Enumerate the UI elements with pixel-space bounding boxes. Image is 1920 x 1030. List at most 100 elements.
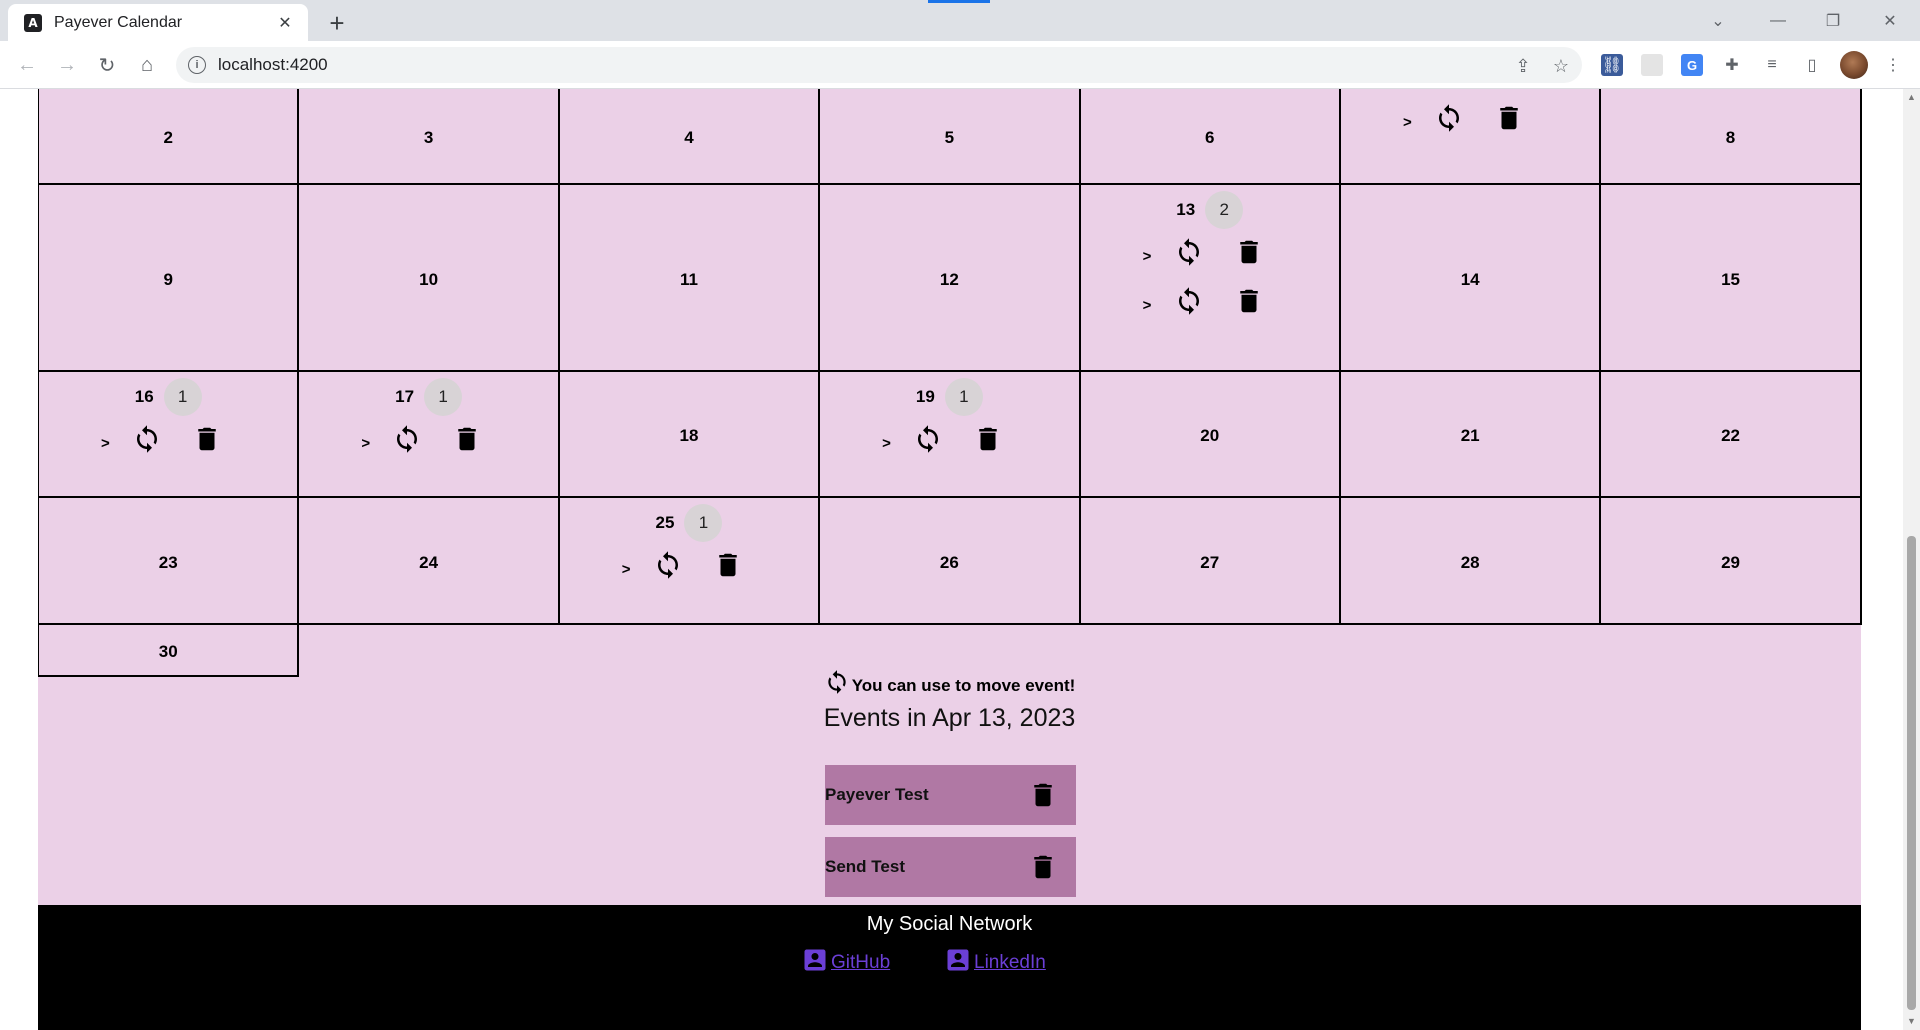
trash-icon[interactable]: [192, 424, 222, 454]
side-panel-icon[interactable]: ▯: [1801, 54, 1823, 76]
trash-icon[interactable]: [1028, 852, 1058, 882]
day-header: 6: [1081, 125, 1339, 151]
day-header: 21: [1341, 423, 1599, 449]
day-event-row[interactable]: >: [39, 424, 297, 458]
day-cell-10[interactable]: 10: [299, 185, 560, 372]
day-cell-6[interactable]: 6: [1080, 89, 1341, 185]
day-cell-9[interactable]: 9: [39, 185, 300, 372]
extension-link-icon[interactable]: ⛓: [1601, 54, 1623, 76]
tab-search-icon[interactable]: ⌄: [1690, 0, 1746, 41]
day-cell-11[interactable]: 11: [559, 185, 821, 372]
expand-event-icon[interactable]: >: [101, 435, 110, 452]
day-event-row[interactable]: >: [1081, 237, 1339, 271]
trash-icon[interactable]: [1028, 780, 1058, 810]
day-header: 12: [820, 267, 1078, 293]
media-control-icon[interactable]: ≡: [1761, 54, 1783, 76]
day-cell-20[interactable]: 20: [1080, 372, 1341, 498]
day-cell-12[interactable]: 12: [820, 185, 1081, 372]
event-count-badge: 1: [163, 378, 202, 416]
extensions-puzzle-icon[interactable]: ✚: [1721, 54, 1743, 76]
day-cell-13[interactable]: 13 2 > >: [1080, 185, 1341, 372]
day-number: 21: [1460, 426, 1480, 445]
new-tab-button[interactable]: +: [322, 8, 352, 38]
day-cell-21[interactable]: 21: [1340, 372, 1602, 498]
event-card[interactable]: Payever Test: [825, 765, 1076, 825]
address-bar[interactable]: i localhost:4200 ⇪ ☆: [176, 47, 1582, 83]
profile-avatar[interactable]: [1840, 51, 1868, 79]
day-cell-26[interactable]: 26: [820, 498, 1081, 625]
trash-icon[interactable]: [1234, 237, 1264, 267]
sync-icon[interactable]: [392, 424, 422, 454]
day-event-row[interactable]: >: [299, 424, 557, 458]
scroll-down-arrow-icon[interactable]: ▼: [1907, 1017, 1916, 1026]
day-cell-23[interactable]: 23: [39, 498, 300, 625]
sync-icon[interactable]: [913, 424, 943, 454]
day-event-row[interactable]: >: [1081, 286, 1339, 320]
day-cell-14[interactable]: 14: [1340, 185, 1602, 372]
linkedin-link[interactable]: LinkedIn: [944, 946, 1046, 974]
translate-extension-icon[interactable]: G: [1681, 54, 1703, 76]
reload-icon[interactable]: ↻: [92, 50, 122, 80]
day-cell-2[interactable]: 2: [39, 89, 300, 185]
expand-event-icon[interactable]: >: [361, 435, 370, 452]
day-cell-3[interactable]: 3: [299, 89, 560, 185]
day-cell-28[interactable]: 28: [1340, 498, 1602, 625]
trash-icon[interactable]: [1494, 103, 1524, 133]
day-cell-8[interactable]: 8: [1601, 89, 1862, 185]
menu-kebab-icon[interactable]: ⋮: [1882, 54, 1904, 76]
minimize-icon[interactable]: —: [1750, 0, 1806, 41]
sync-icon[interactable]: [132, 424, 162, 454]
day-cell-29[interactable]: 29: [1601, 498, 1862, 625]
day-number: 18: [679, 426, 699, 445]
day-event-row[interactable]: >: [1341, 103, 1599, 137]
trash-icon[interactable]: [1234, 286, 1264, 316]
day-cell-7[interactable]: 7>: [1340, 89, 1602, 185]
day-cell-27[interactable]: 27: [1080, 498, 1341, 625]
back-icon[interactable]: ←: [12, 50, 42, 80]
day-cell-16[interactable]: 16 1 >: [39, 372, 300, 498]
expand-event-icon[interactable]: >: [1403, 114, 1412, 131]
sync-icon[interactable]: [1174, 237, 1204, 267]
trash-icon[interactable]: [713, 550, 743, 580]
day-cell-17[interactable]: 17 1 >: [299, 372, 560, 498]
page-scrollbar[interactable]: ▲ ▼: [1903, 89, 1920, 1030]
day-cell-5[interactable]: 5: [820, 89, 1081, 185]
close-tab-icon[interactable]: ✕: [274, 12, 296, 34]
day-cell-15[interactable]: 15: [1601, 185, 1862, 372]
day-number: 3: [423, 128, 434, 147]
event-card[interactable]: Send Test: [825, 837, 1076, 897]
day-cell-19[interactable]: 19 1 >: [820, 372, 1081, 498]
bookmark-star-icon[interactable]: ☆: [1550, 55, 1572, 77]
scroll-thumb[interactable]: [1907, 536, 1916, 1010]
day-cell-18[interactable]: 18: [559, 372, 821, 498]
expand-event-icon[interactable]: >: [882, 435, 891, 452]
day-cell-22[interactable]: 22: [1601, 372, 1862, 498]
expand-event-icon[interactable]: >: [1143, 248, 1152, 265]
day-cell-4[interactable]: 4: [559, 89, 821, 185]
share-icon[interactable]: ⇪: [1512, 55, 1534, 77]
trash-icon[interactable]: [452, 424, 482, 454]
extension-blank-icon[interactable]: [1641, 54, 1663, 76]
restore-icon[interactable]: ❐: [1805, 0, 1861, 41]
expand-event-icon[interactable]: >: [1143, 297, 1152, 314]
browser-tab[interactable]: A Payever Calendar ✕: [8, 4, 308, 41]
trash-icon[interactable]: [973, 424, 1003, 454]
day-event-row[interactable]: >: [560, 550, 818, 584]
sync-icon[interactable]: [1434, 103, 1464, 133]
forward-icon[interactable]: →: [52, 50, 82, 80]
day-cell-24[interactable]: 24: [299, 498, 560, 625]
scroll-up-arrow-icon[interactable]: ▲: [1907, 93, 1916, 102]
day-header: 10: [299, 267, 557, 293]
sync-icon[interactable]: [653, 550, 683, 580]
day-event-row[interactable]: >: [820, 424, 1078, 458]
day-cell-25[interactable]: 25 1 >: [559, 498, 821, 625]
expand-event-icon[interactable]: >: [622, 561, 631, 578]
close-window-icon[interactable]: ✕: [1862, 0, 1918, 41]
day-header: 18: [560, 423, 818, 449]
home-icon[interactable]: ⌂: [132, 50, 162, 80]
github-link[interactable]: GitHub: [801, 946, 890, 974]
day-number: 13: [1176, 200, 1196, 219]
day-number: 22: [1721, 426, 1740, 445]
site-info-icon[interactable]: i: [188, 56, 206, 74]
sync-icon[interactable]: [1174, 286, 1204, 316]
